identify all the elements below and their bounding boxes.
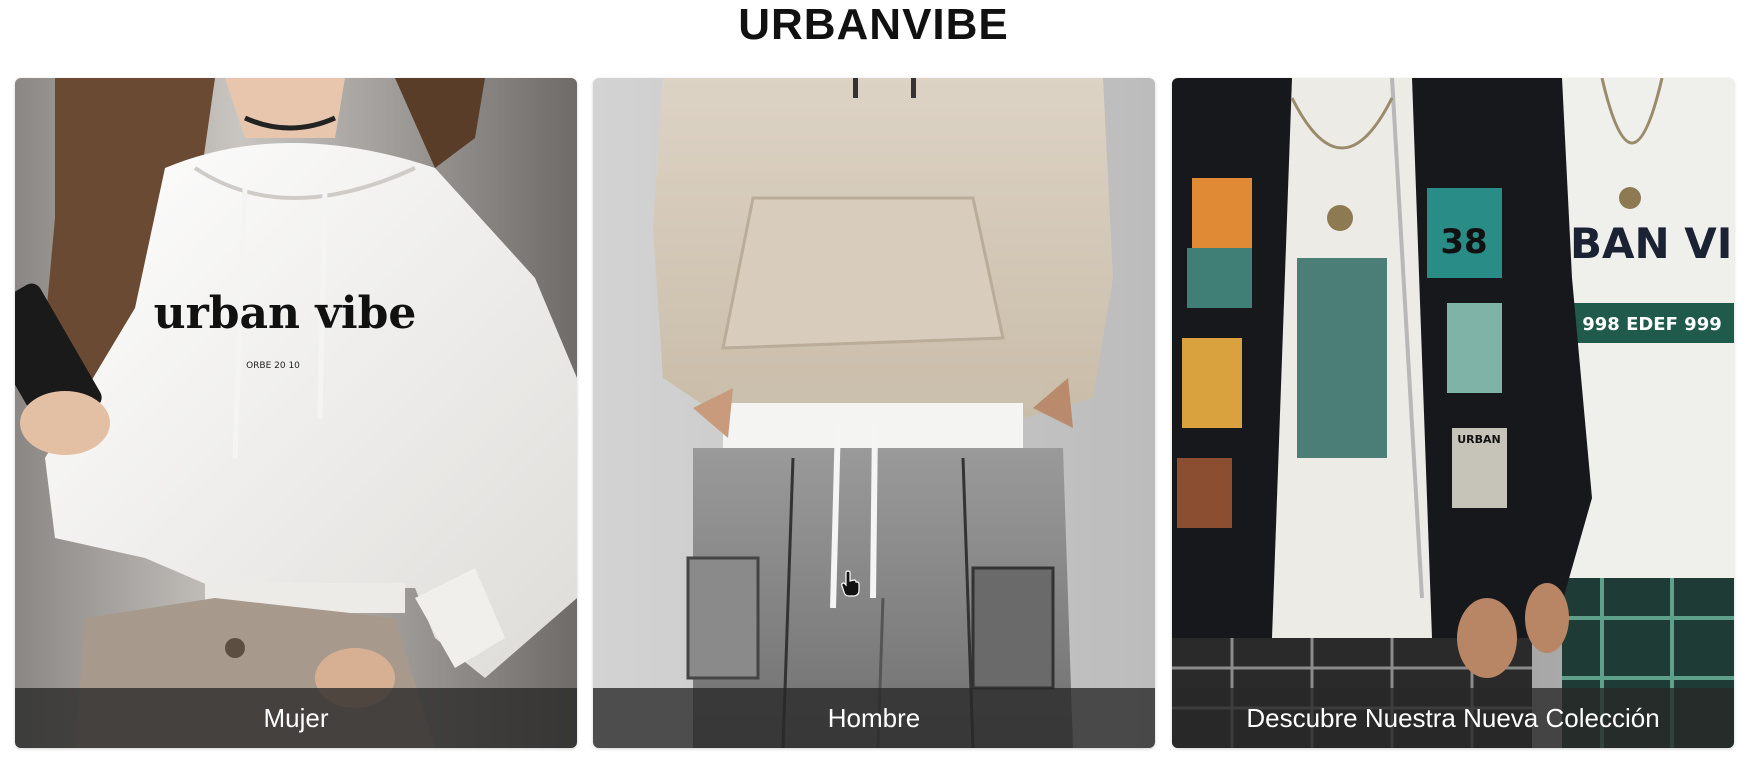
brand-title: URBANVIBE <box>738 0 1009 49</box>
shirt-band-text: 998 EDEF 999 <box>1582 314 1722 335</box>
hoodie-print-subtext: ORBE 20 10 <box>246 361 300 371</box>
hoodie-print-text: urban vibe <box>154 288 417 339</box>
category-label-nueva-coleccion: Descubre Nuestra Nueva Colección <box>1172 688 1734 748</box>
category-card-hombre[interactable]: Hombre <box>593 78 1155 748</box>
mujer-photo: urban vibe ORBE 20 10 <box>15 78 577 748</box>
patch-label-text: URBAN <box>1457 433 1501 446</box>
category-label-hombre: Hombre <box>593 688 1155 748</box>
hombre-photo <box>593 78 1155 748</box>
category-card-mujer[interactable]: urban vibe ORBE 20 10 Mujer <box>15 78 577 748</box>
category-label-mujer: Mujer <box>15 688 577 748</box>
page: URBANVIBE urban vibe ORBE 20 10 Mujer Ho… <box>0 0 1747 757</box>
patch-number: 38 <box>1440 222 1487 262</box>
coleccion-photo: URBAN VIB 998 EDEF 999 38 URBAN <box>1172 78 1734 748</box>
category-card-nueva-coleccion[interactable]: URBAN VIB 998 EDEF 999 38 URBAN <box>1172 78 1734 748</box>
